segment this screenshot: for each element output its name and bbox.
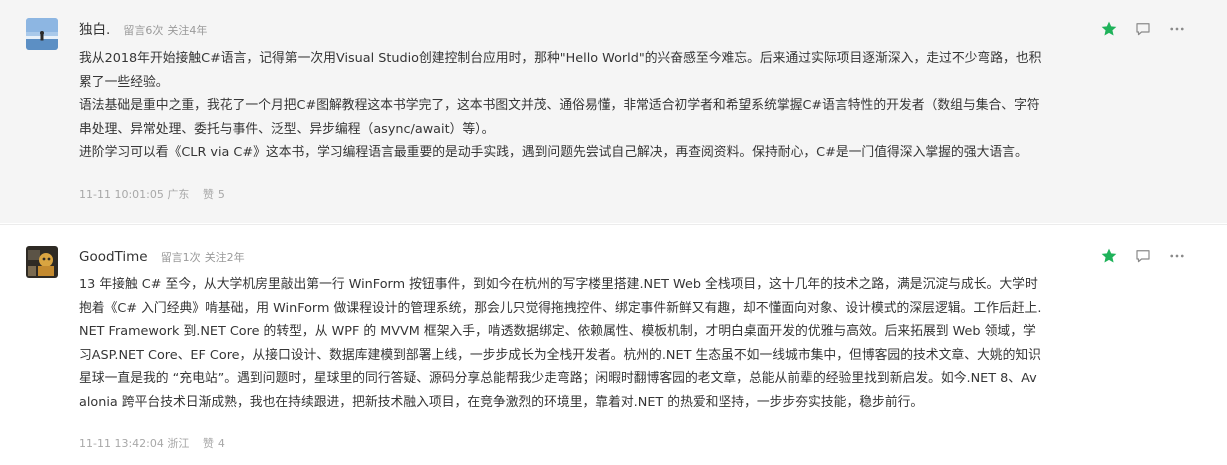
nickname[interactable]: 独白. bbox=[79, 22, 110, 38]
like-label: 赞 bbox=[202, 437, 214, 450]
comment-content: 我从2018年开始接触C#语言，记得第一次用Visual Studio创建控制台… bbox=[79, 47, 1044, 165]
comment-actions bbox=[1098, 18, 1188, 40]
comment-footer: 11-11 10:01:05 广东 赞5 bbox=[79, 187, 225, 203]
follow-duration: 关注2年 bbox=[204, 251, 245, 264]
comment-content: 13 年接触 C# 至今，从大学机房里敲出第一行 WinForm 按钮事件，到如… bbox=[79, 273, 1044, 415]
comment-paragraph: 语法基础是重中之重，我花了一个月把C#图解教程这本书学完了，这本书图文并茂、通俗… bbox=[79, 98, 1040, 137]
like-button[interactable]: 赞5 bbox=[203, 188, 225, 201]
star-icon[interactable] bbox=[1098, 18, 1120, 40]
comment-actions bbox=[1098, 245, 1188, 267]
message-count: 留言6次 bbox=[123, 24, 164, 37]
like-label: 赞 bbox=[202, 188, 214, 201]
user-meta: 留言6次 关注4年 bbox=[123, 24, 207, 37]
comment-location: 广东 bbox=[167, 188, 190, 201]
avatar[interactable] bbox=[26, 18, 58, 50]
comment-footer: 11-11 13:42:04 浙江 赞4 bbox=[79, 436, 225, 452]
like-button[interactable]: 赞4 bbox=[203, 437, 225, 450]
user-meta: 留言1次 关注2年 bbox=[161, 251, 245, 264]
comment-paragraph: 我从2018年开始接触C#语言，记得第一次用Visual Studio创建控制台… bbox=[79, 51, 1042, 90]
follow-duration: 关注4年 bbox=[167, 24, 208, 37]
more-icon[interactable] bbox=[1166, 245, 1188, 267]
comment-paragraph: 13 年接触 C# 至今，从大学机房里敲出第一行 WinForm 按钮事件，到如… bbox=[79, 277, 1042, 410]
message-count: 留言1次 bbox=[160, 251, 201, 264]
avatar-image bbox=[26, 246, 58, 278]
comment-header: GoodTime 留言1次 关注2年 bbox=[79, 245, 245, 267]
nickname[interactable]: GoodTime bbox=[79, 249, 148, 265]
reply-icon[interactable] bbox=[1132, 245, 1154, 267]
comment-item: 独白. 留言6次 关注4年 我从2018年开始接触C#语言，记得第一次用Visua… bbox=[0, 0, 1227, 223]
avatar[interactable] bbox=[26, 246, 58, 278]
comment-time: 11-11 10:01:05 bbox=[79, 188, 164, 201]
like-count: 4 bbox=[217, 437, 225, 450]
star-icon[interactable] bbox=[1098, 245, 1120, 267]
like-count: 5 bbox=[217, 188, 225, 201]
comment-header: 独白. 留言6次 关注4年 bbox=[79, 18, 207, 40]
comment-time: 11-11 13:42:04 bbox=[79, 437, 164, 450]
comment-location: 浙江 bbox=[167, 437, 190, 450]
more-icon[interactable] bbox=[1166, 18, 1188, 40]
avatar-image bbox=[26, 18, 58, 50]
comment-paragraph: 进阶学习可以看《CLR via C#》这本书，学习编程语言最重要的是动手实践，遇… bbox=[79, 145, 1028, 161]
comment-item: GoodTime 留言1次 关注2年 13 年接触 C# 至今，从大学机房里敲出第… bbox=[0, 224, 1227, 465]
reply-icon[interactable] bbox=[1132, 18, 1154, 40]
